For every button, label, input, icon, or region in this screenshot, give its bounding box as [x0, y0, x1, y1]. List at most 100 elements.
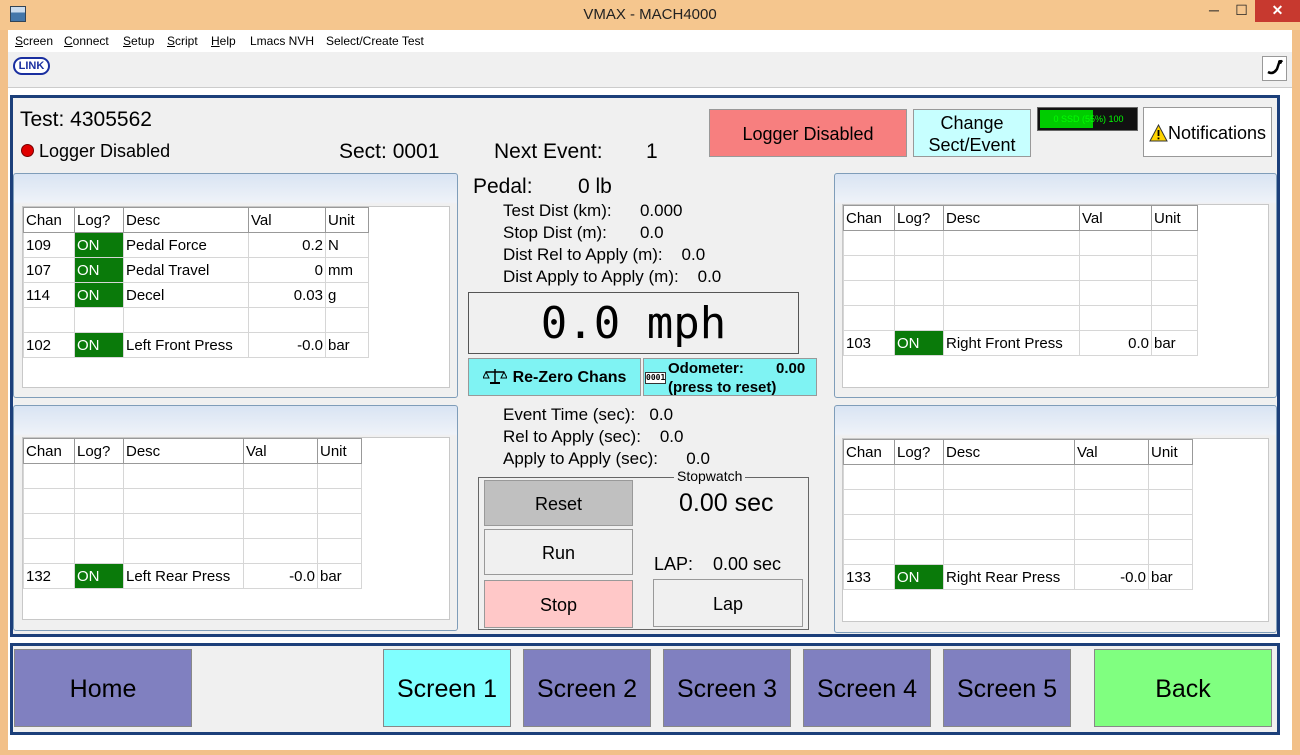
- log-toggle[interactable]: [74, 538, 124, 564]
- stopwatch-reset-button[interactable]: Reset: [484, 480, 633, 526]
- menu-lmacs-nvh[interactable]: Lmacs NVH: [250, 34, 314, 48]
- change-sect-event-button[interactable]: Change Sect/Event: [913, 109, 1031, 157]
- log-toggle[interactable]: [894, 230, 944, 256]
- desc-cell: [943, 280, 1080, 306]
- log-toggle[interactable]: [74, 307, 124, 333]
- log-toggle[interactable]: [894, 539, 944, 565]
- menu-connect[interactable]: Connect: [64, 34, 109, 48]
- screen-1-button[interactable]: Screen 1: [383, 649, 511, 727]
- table-row[interactable]: [843, 280, 1198, 306]
- menu-help[interactable]: Help: [211, 34, 236, 48]
- log-toggle[interactable]: [894, 514, 944, 540]
- table-row[interactable]: [23, 307, 369, 333]
- table-row[interactable]: [23, 463, 362, 489]
- table-header: Chan Log? Desc Val Unit: [23, 207, 369, 233]
- screen-3-button[interactable]: Screen 3: [663, 649, 791, 727]
- screen-4-button[interactable]: Screen 4: [803, 649, 931, 727]
- chan-cell: 132: [23, 563, 75, 589]
- table-header: Chan Log? Desc Val Unit: [23, 438, 362, 464]
- stopwatch-stop-button[interactable]: Stop: [484, 580, 633, 628]
- stopwatch-lap-button[interactable]: Lap: [653, 579, 803, 627]
- table-row[interactable]: 103 ON Right Front Press 0.0 bar: [843, 330, 1198, 356]
- chan-cell: [23, 488, 75, 514]
- menu-script[interactable]: Script: [167, 34, 198, 48]
- column-header: Unit: [1148, 439, 1193, 465]
- odometer-value: 0.00: [776, 360, 806, 377]
- dist-rel-apply-readout: Dist Rel to Apply (m): 0.0: [503, 245, 706, 264]
- table-row[interactable]: [23, 488, 362, 514]
- val-cell: [243, 513, 318, 539]
- table-row[interactable]: 107 ON Pedal Travel 0 mm: [23, 257, 369, 283]
- menu-screen[interactable]: Screen: [15, 34, 53, 48]
- screen-2-button[interactable]: Screen 2: [523, 649, 651, 727]
- change-button-line2: Sect/Event: [928, 135, 1016, 155]
- log-toggle[interactable]: ON: [74, 563, 124, 589]
- column-header: Desc: [123, 438, 244, 464]
- title-bar: VMAX - MACH4000 ─ ☐ ✕: [0, 0, 1300, 30]
- table-row[interactable]: 114 ON Decel 0.03 g: [23, 282, 369, 308]
- desc-cell: [943, 464, 1075, 490]
- table-row[interactable]: [23, 513, 362, 539]
- log-toggle[interactable]: [894, 255, 944, 281]
- table-row[interactable]: 102 ON Left Front Press -0.0 bar: [23, 332, 369, 358]
- log-toggle[interactable]: [74, 488, 124, 514]
- log-toggle[interactable]: [894, 464, 944, 490]
- desc-cell: Pedal Travel: [123, 257, 249, 283]
- dist-apply-apply-readout: Dist Apply to Apply (m): 0.0: [503, 267, 722, 286]
- logger-button[interactable]: Logger Disabled: [709, 109, 907, 157]
- table-row[interactable]: 133 ON Right Rear Press -0.0 bar: [843, 564, 1193, 590]
- stopwatch-run-button[interactable]: Run: [484, 529, 633, 575]
- scale-icon: [481, 369, 508, 384]
- table-row[interactable]: [843, 255, 1198, 281]
- log-toggle[interactable]: [894, 489, 944, 515]
- chan-cell: 102: [23, 332, 75, 358]
- table-row[interactable]: [843, 305, 1198, 331]
- log-toggle[interactable]: [74, 513, 124, 539]
- rezero-channels-button[interactable]: Re-Zero Chans: [468, 358, 641, 396]
- log-toggle[interactable]: ON: [74, 282, 124, 308]
- desc-cell: [123, 538, 244, 564]
- table-row[interactable]: [843, 489, 1193, 515]
- unit-cell: [1151, 280, 1198, 306]
- close-button[interactable]: ✕: [1255, 0, 1300, 22]
- unit-cell: mm: [325, 257, 369, 283]
- desc-cell: Decel: [123, 282, 249, 308]
- menu-setup[interactable]: Setup: [123, 34, 154, 48]
- log-toggle[interactable]: [74, 463, 124, 489]
- desc-cell: [123, 488, 244, 514]
- desc-cell: [123, 463, 244, 489]
- log-toggle[interactable]: ON: [894, 330, 944, 356]
- log-toggle[interactable]: ON: [74, 232, 124, 258]
- wrench-icon[interactable]: [1262, 56, 1287, 81]
- chan-cell: [843, 280, 895, 306]
- maximize-button[interactable]: ☐: [1228, 0, 1255, 22]
- back-button[interactable]: Back: [1094, 649, 1272, 727]
- table-row[interactable]: 132 ON Left Rear Press -0.0 bar: [23, 563, 362, 589]
- table-row[interactable]: [843, 539, 1193, 565]
- menu-label: Select/Create Test: [326, 34, 424, 48]
- log-toggle[interactable]: ON: [74, 257, 124, 283]
- unit-cell: [1148, 514, 1193, 540]
- table-row[interactable]: [23, 538, 362, 564]
- link-button[interactable]: LINK: [13, 57, 50, 75]
- home-button[interactable]: Home: [14, 649, 192, 727]
- screen-5-button[interactable]: Screen 5: [943, 649, 1071, 727]
- log-toggle[interactable]: [894, 280, 944, 306]
- log-toggle[interactable]: [894, 305, 944, 331]
- desc-cell: [943, 305, 1080, 331]
- table-row[interactable]: 109 ON Pedal Force 0.2 N: [23, 232, 369, 258]
- odometer-button[interactable]: 0001 Odometer: 0.00 (press to reset): [643, 358, 817, 396]
- menu-select-create-test[interactable]: Select/Create Test: [326, 34, 424, 48]
- log-toggle[interactable]: ON: [74, 332, 124, 358]
- table-row[interactable]: [843, 514, 1193, 540]
- unit-cell: N: [325, 232, 369, 258]
- desc-cell: [943, 255, 1080, 281]
- desc-cell: [943, 539, 1075, 565]
- log-toggle[interactable]: ON: [894, 564, 944, 590]
- notifications-button[interactable]: Notifications: [1143, 107, 1272, 157]
- table-row[interactable]: [843, 464, 1193, 490]
- table-row[interactable]: [843, 230, 1198, 256]
- minimize-button[interactable]: ─: [1200, 0, 1228, 22]
- logger-status-text: Logger Disabled: [39, 141, 171, 161]
- val-cell: [1074, 514, 1149, 540]
